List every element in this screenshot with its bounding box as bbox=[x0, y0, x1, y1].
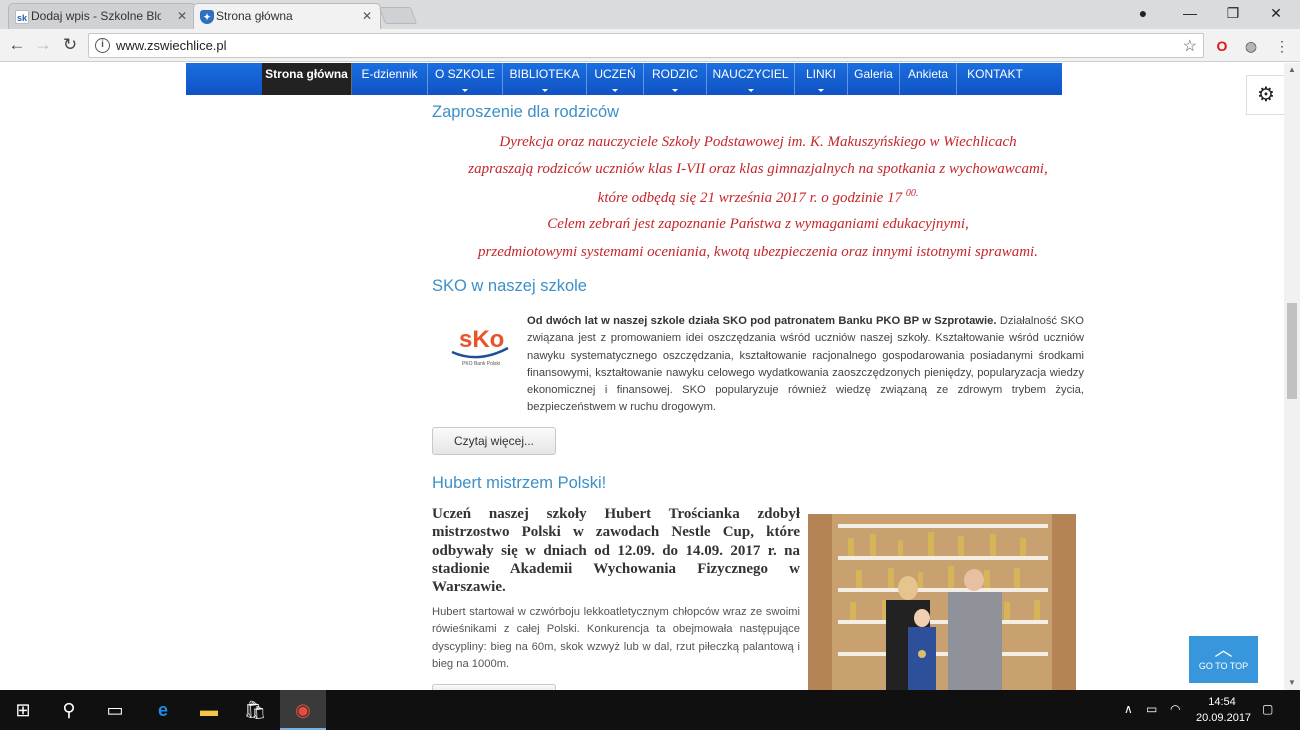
go-to-top-button[interactable]: ︿ GO TO TOP bbox=[1189, 636, 1258, 683]
opera-extension-icon[interactable]: O bbox=[1213, 37, 1231, 55]
globe-extension-icon[interactable]: ◍ bbox=[1242, 37, 1260, 55]
battery-icon[interactable]: ▭ bbox=[1146, 702, 1157, 716]
nav-o-szkole[interactable]: O SZKOLE bbox=[428, 63, 503, 95]
nav-strona-glowna[interactable]: Strona główna bbox=[262, 63, 352, 95]
nav-label: BIBLIOTEKA bbox=[509, 67, 580, 81]
file-explorer-icon[interactable]: ▬ bbox=[186, 690, 232, 730]
task-view-icon[interactable]: ▭ bbox=[92, 690, 138, 730]
sko-article-text: Od dwóch lat w naszej szkole działa SKO … bbox=[432, 313, 1084, 417]
page-scrollbar[interactable]: ▲ ▼ bbox=[1284, 63, 1300, 690]
edge-icon[interactable]: e bbox=[140, 690, 186, 730]
chevron-down-icon bbox=[541, 89, 548, 92]
nav-galeria[interactable]: Galeria bbox=[848, 63, 900, 95]
hubert-lead: Uczeń naszej szkoły Hubert Trościanka zd… bbox=[432, 506, 800, 596]
go-to-top-label: GO TO TOP bbox=[1198, 661, 1249, 671]
new-tab-button[interactable] bbox=[378, 7, 418, 24]
sko-logo-subtitle: PKO Bank Polski bbox=[462, 361, 500, 367]
article-title-sko[interactable]: SKO w naszej szkole bbox=[432, 277, 587, 296]
nav-rodzic[interactable]: RODZIC bbox=[644, 63, 707, 95]
chevron-down-icon bbox=[747, 89, 754, 92]
sko-logo: sKo PKO Bank Polski bbox=[448, 318, 514, 374]
minimize-icon[interactable]: — bbox=[1170, 2, 1210, 24]
invite-line-text: które odbędą się 21 września 2017 r. o g… bbox=[597, 190, 903, 206]
page-viewport: Strona główna E-dziennik O SZKOLE BIBLIO… bbox=[0, 63, 1300, 690]
sko-favicon-icon: sk bbox=[15, 10, 29, 24]
sko-logo-text: sKo bbox=[459, 326, 504, 353]
search-icon[interactable]: ⚲ bbox=[46, 690, 92, 730]
sko-body: Działalność SKO związana jest z promowan… bbox=[527, 315, 1084, 414]
nav-label: O SZKOLE bbox=[434, 67, 496, 81]
nav-e-dziennik[interactable]: E-dziennik bbox=[352, 63, 428, 95]
main-menu: Strona główna E-dziennik O SZKOLE BIBLIO… bbox=[186, 63, 1062, 95]
nav-label: KONTAKT bbox=[967, 67, 1023, 81]
chrome-icon[interactable]: ◉ bbox=[280, 690, 326, 730]
tab-title: Dodaj wpis - Szkolne Blo bbox=[31, 9, 161, 23]
article-title-hubert[interactable]: Hubert mistrzem Polski! bbox=[432, 474, 606, 493]
chevron-down-icon bbox=[818, 89, 824, 92]
nav-label: Ankieta bbox=[907, 67, 949, 81]
hubert-photo bbox=[808, 514, 1076, 690]
close-tab-icon[interactable]: ✕ bbox=[362, 4, 372, 28]
invite-line: przedmiotowymi systemami oceniania, kwot… bbox=[478, 244, 1038, 260]
sko-lead: Od dwóch lat w naszej szkole działa SKO … bbox=[527, 315, 997, 327]
nav-label: E-dziennik bbox=[361, 67, 418, 81]
store-icon[interactable]: 🛍 bbox=[232, 690, 278, 730]
browser-tab-strip: sk Dodaj wpis - Szkolne Blo ✕ ✦ Strona g… bbox=[0, 0, 1300, 29]
nav-label: Galeria bbox=[854, 67, 893, 81]
scrollbar-thumb[interactable] bbox=[1287, 303, 1297, 399]
chevron-down-icon bbox=[462, 89, 468, 92]
nav-label: Strona główna bbox=[265, 67, 348, 81]
reload-icon[interactable]: ↻ bbox=[59, 34, 81, 56]
nav-label: RODZIC bbox=[652, 67, 698, 81]
invite-time-superscript: 00. bbox=[905, 188, 919, 199]
restore-icon[interactable]: ❐ bbox=[1213, 2, 1253, 24]
url-text[interactable]: www.zswiechlice.pl bbox=[116, 38, 227, 53]
chevron-down-icon bbox=[672, 89, 678, 92]
windows-taskbar: ⊞ ⚲ ▭ e ▬ 🛍 ◉ ∧ ▭ ◠ 14:54 20.09.2017 ▢ bbox=[0, 690, 1300, 730]
invite-line: które odbędą się 21 września 2017 r. o g… bbox=[432, 188, 1084, 207]
nav-label: LINKI bbox=[805, 67, 836, 81]
nav-linki[interactable]: LINKI bbox=[795, 63, 848, 95]
invite-line: zapraszają rodziców uczniów klas I-VII o… bbox=[468, 161, 1048, 177]
windows-start-icon[interactable]: ⊞ bbox=[0, 690, 46, 730]
article-title-invite[interactable]: Zaproszenie dla rodziców bbox=[432, 103, 619, 122]
nav-nauczyciel[interactable]: NAUCZYCIEL bbox=[707, 63, 795, 95]
nav-kontakt[interactable]: KONTAKT bbox=[957, 63, 1033, 95]
nav-uczen[interactable]: UCZEŃ bbox=[587, 63, 644, 95]
nav-label: NAUCZYCIEL bbox=[712, 67, 789, 81]
forward-arrow-icon[interactable]: → bbox=[32, 34, 54, 56]
address-bar[interactable]: i www.zswiechlice.pl ☆ bbox=[88, 33, 1204, 58]
clock-date: 20.09.2017 bbox=[1196, 712, 1252, 724]
wifi-icon[interactable]: ◠ bbox=[1170, 702, 1180, 716]
invite-line: Celem zebrań jest zapoznanie Państwa z w… bbox=[547, 216, 969, 232]
read-more-button[interactable]: Czytaj więcej... bbox=[432, 427, 556, 455]
tab-title: Strona główna bbox=[216, 9, 293, 23]
browser-tab-home[interactable]: ✦ Strona główna ✕ bbox=[193, 3, 381, 29]
browser-tab-blog[interactable]: sk Dodaj wpis - Szkolne Blo ✕ bbox=[8, 3, 196, 29]
close-window-icon[interactable]: ✕ bbox=[1256, 2, 1296, 24]
nav-label: UCZEŃ bbox=[594, 67, 636, 81]
profile-icon[interactable]: ● bbox=[1123, 2, 1163, 24]
nav-biblioteka[interactable]: BIBLIOTEKA bbox=[503, 63, 587, 95]
system-clock[interactable]: 14:54 20.09.2017 bbox=[1196, 694, 1252, 726]
gear-icon[interactable]: ⚙ bbox=[1246, 75, 1286, 115]
invite-line: Dyrekcja oraz nauczyciele Szkoły Podstaw… bbox=[499, 134, 1017, 150]
menu-dots-icon[interactable]: ⋮ bbox=[1273, 37, 1291, 55]
bookmark-star-icon[interactable]: ☆ bbox=[1183, 36, 1197, 56]
clock-time: 14:54 bbox=[1208, 696, 1236, 708]
notifications-icon[interactable]: ▢ bbox=[1262, 702, 1273, 716]
back-arrow-icon[interactable]: ← bbox=[6, 34, 28, 56]
scroll-down-icon[interactable]: ▼ bbox=[1288, 678, 1296, 687]
nav-ankieta[interactable]: Ankieta bbox=[900, 63, 957, 95]
scroll-up-icon[interactable]: ▲ bbox=[1288, 65, 1296, 74]
chevron-up-tray-icon[interactable]: ∧ bbox=[1124, 702, 1133, 716]
shield-favicon-icon: ✦ bbox=[200, 10, 214, 24]
close-tab-icon[interactable]: ✕ bbox=[177, 4, 187, 28]
info-icon[interactable]: i bbox=[95, 38, 110, 53]
browser-toolbar: ← → ↻ i www.zswiechlice.pl ☆ O ◍ ⋮ bbox=[0, 29, 1300, 62]
hubert-body: Hubert startował w czwórboju lekkoatlety… bbox=[432, 606, 800, 670]
chevron-up-icon: ︿ bbox=[1214, 640, 1233, 660]
chevron-down-icon bbox=[612, 89, 618, 92]
